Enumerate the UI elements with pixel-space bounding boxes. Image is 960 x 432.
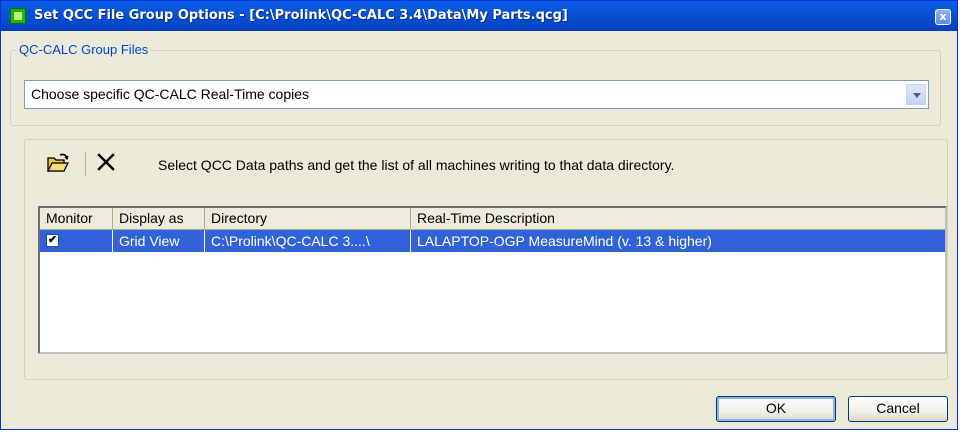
app-icon [10,8,26,24]
description-cell: LALAPTOP-OGP MeasureMind (v. 13 & higher… [417,233,712,249]
close-button[interactable]: x [935,9,951,25]
directory-cell: C:\Prolink\QC-CALC 3....\ [205,230,411,252]
list-header: Monitor Display as Directory Real-Time D… [40,208,945,230]
group-files-dropdown[interactable]: Choose specific QC-CALC Real-Time copies [24,80,929,109]
dropdown-selected-value: Choose specific QC-CALC Real-Time copies [31,86,310,102]
monitor-cell: ✔ [40,230,113,252]
data-path-list[interactable]: Monitor Display as Directory Real-Time D… [38,206,947,354]
toolbar-separator [85,152,86,176]
folder-open-icon[interactable] [46,152,70,174]
cancel-button-label: Cancel [876,400,920,416]
display-as-cell: Grid View [113,230,205,252]
chevron-down-icon[interactable] [906,84,926,105]
monitor-checkbox[interactable]: ✔ [46,234,59,247]
instruction-text: Select QCC Data paths and get the list o… [158,157,675,173]
delete-x-icon[interactable] [96,151,116,173]
title-bar[interactable]: Set QCC File Group Options - [C:\Prolink… [1,1,957,31]
ok-button[interactable]: OK [716,396,836,422]
cancel-button[interactable]: Cancel [848,396,948,422]
column-header-directory[interactable]: Directory [205,208,411,229]
group-files-legend: QC-CALC Group Files [17,42,151,57]
column-header-real-time-description[interactable]: Real-Time Description [411,208,945,229]
ok-button-label: OK [765,400,787,416]
table-row[interactable]: ✔ Grid View C:\Prolink\QC-CALC 3....\ LA… [40,230,945,252]
window-title: Set QCC File Group Options - [C:\Prolink… [34,8,568,23]
column-header-display-as[interactable]: Display as [113,208,205,229]
column-header-monitor[interactable]: Monitor [40,208,113,229]
